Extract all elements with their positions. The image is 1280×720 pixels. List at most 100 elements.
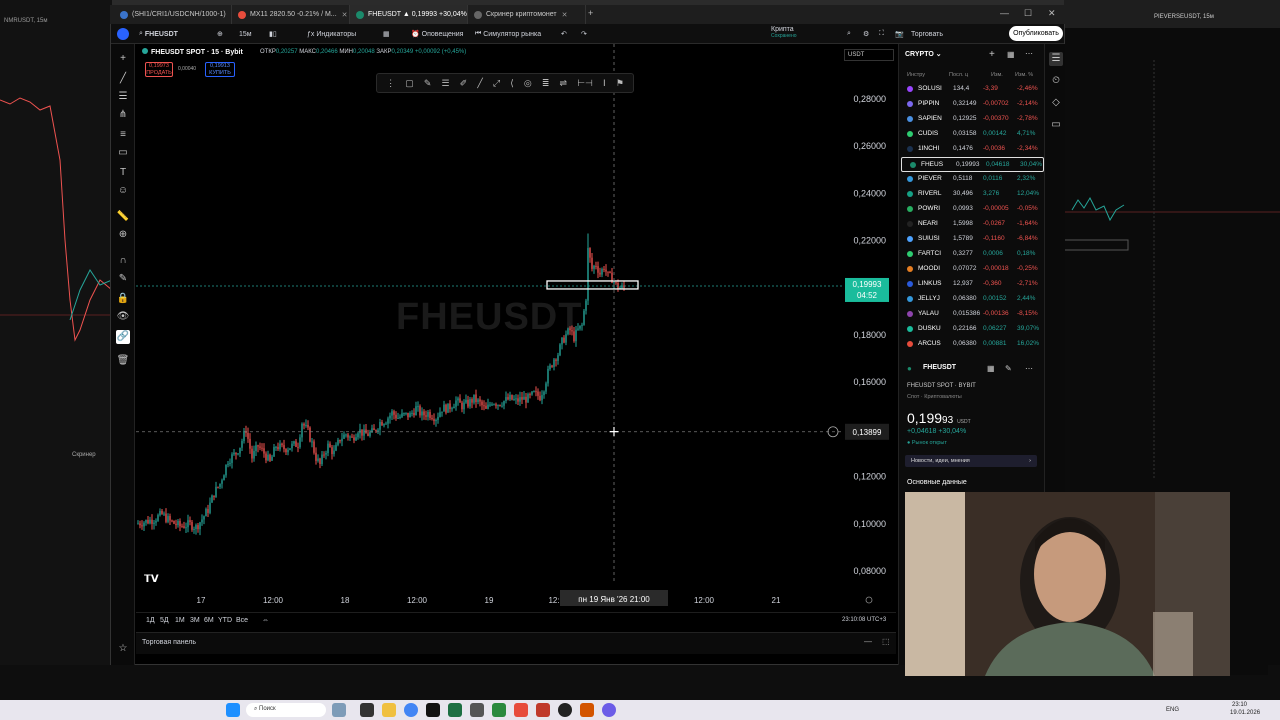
maximize-icon[interactable]: ☐ bbox=[1024, 8, 1032, 19]
news-button[interactable]: Новости, идеи, мнения › bbox=[905, 455, 1037, 467]
watchlist-row[interactable]: LINKUS 12,937 -0,360 -2,71% bbox=[899, 277, 1045, 292]
watchlist-row[interactable]: CUDIS 0,03158 0,00142 4,71% bbox=[899, 127, 1045, 142]
watchlist-row[interactable]: PIEVER 0,5118 0,0116 2,32% bbox=[899, 172, 1045, 187]
app-icon[interactable] bbox=[580, 703, 594, 717]
watchlist-row[interactable]: POWRI 0,0993 -0,00005 -0,05% bbox=[899, 202, 1045, 217]
buy-button[interactable]: 0,19913 КУПИТЬ bbox=[205, 62, 235, 77]
watchlist-row[interactable]: YALAU 0,015386 -0,00136 -8,15% bbox=[899, 307, 1045, 322]
horizontal-lines-icon[interactable]: ☰ bbox=[116, 90, 130, 104]
tf-6m[interactable]: 6М bbox=[204, 617, 214, 624]
watchlist-row[interactable]: SUIUSI 1,5789 -0,1160 -6,84% bbox=[899, 232, 1045, 247]
rectangle-icon[interactable]: ▭ bbox=[116, 146, 130, 160]
zoom-icon[interactable]: ⊕ bbox=[116, 228, 130, 242]
symbol-search-button[interactable]: ⌕ FHEUSDT bbox=[139, 27, 178, 41]
lines-icon[interactable]: ☰ bbox=[442, 78, 450, 89]
text-icon[interactable]: T bbox=[116, 166, 130, 180]
trade-button[interactable]: Торговать bbox=[911, 27, 943, 41]
watchlist-row[interactable]: MOODI 0,07072 -0,00018 -0,25% bbox=[899, 262, 1045, 277]
camera-icon[interactable]: 📷 bbox=[895, 27, 904, 41]
rectangle-icon[interactable]: ▢ bbox=[405, 78, 414, 89]
chart-type-icon[interactable]: ▮▯ bbox=[269, 27, 277, 41]
app-icon[interactable] bbox=[602, 703, 616, 717]
trash-icon[interactable]: 🗑 bbox=[116, 354, 130, 368]
excel-icon[interactable] bbox=[448, 703, 462, 717]
magnet-icon[interactable]: ∩ bbox=[116, 254, 130, 268]
line-icon[interactable]: ╱ bbox=[477, 78, 482, 89]
clock-time[interactable]: 23:10 bbox=[1232, 702, 1247, 708]
layout-name-button[interactable]: Крипта Сохранено bbox=[771, 26, 796, 40]
tf-1d[interactable]: 1Д bbox=[146, 617, 155, 624]
app-icon[interactable] bbox=[536, 703, 550, 717]
drag-handle-icon[interactable]: ⋮ bbox=[386, 78, 395, 89]
tab-fheusdt[interactable]: FHEUSDT ▲ 0,19993 +30,04%✕ bbox=[350, 5, 468, 24]
ruler-icon[interactable]: 📏 bbox=[116, 210, 130, 224]
tab-screener[interactable]: Скринер криптомонет ✕ bbox=[468, 5, 586, 24]
minimize-panel-icon[interactable]: — bbox=[864, 637, 872, 646]
trading-panel-bar[interactable]: Торговая панель — ⬚ bbox=[136, 632, 896, 654]
app-icon[interactable] bbox=[470, 703, 484, 717]
window-close-icon[interactable]: ✕ bbox=[1048, 8, 1056, 19]
price-chart[interactable]: FHEUSDT 0,28000 0,26000 0,24000 0,22000 0,18… bbox=[136, 44, 896, 612]
fib-icon[interactable]: ≡ bbox=[116, 128, 130, 142]
start-icon[interactable] bbox=[226, 703, 240, 717]
search-box[interactable]: ⌕ Поиск bbox=[246, 703, 326, 717]
link-icon[interactable]: 🔗 bbox=[116, 330, 130, 344]
explorer-icon[interactable] bbox=[382, 703, 396, 717]
indicators-button[interactable]: ƒx Индикаторы bbox=[307, 27, 356, 41]
watchlist-row[interactable]: 1INCHI 0,1476 -0,0036 -2,34% bbox=[899, 142, 1045, 157]
col-change[interactable]: Изм. bbox=[991, 72, 1003, 78]
undo-icon[interactable]: ↶ bbox=[561, 27, 567, 41]
watchlist-row[interactable]: DUSKU 0,22166 0,06227 39,07% bbox=[899, 322, 1045, 337]
watchlist-icon[interactable]: ☰ bbox=[1049, 52, 1063, 66]
flag-icon[interactable]: ⚑ bbox=[616, 78, 624, 89]
alerts-button[interactable]: ⏰ Оповещения bbox=[411, 27, 463, 41]
chat-icon[interactable]: ▭ bbox=[1049, 118, 1063, 132]
layers-icon[interactable]: ◇ bbox=[1049, 96, 1063, 110]
grid-icon[interactable]: ▦ bbox=[987, 364, 995, 373]
lock-icon[interactable]: 🔒 bbox=[116, 292, 130, 306]
trend-line-icon[interactable]: ╱ bbox=[116, 72, 130, 86]
watchlist-row[interactable]: PIPPIN 0,32149 -0,00702 -2,14% bbox=[899, 97, 1045, 112]
tf-5d[interactable]: 5Д bbox=[160, 617, 169, 624]
watchlist-row[interactable]: JELLYJ 0,06380 0,00152 2,44% bbox=[899, 292, 1045, 307]
tf-3m[interactable]: 3М bbox=[190, 617, 200, 624]
language-indicator[interactable]: ENG bbox=[1166, 707, 1179, 713]
publish-button[interactable]: Опубликовать bbox=[1009, 26, 1063, 41]
parallel-icon[interactable]: ⇌ bbox=[560, 78, 568, 89]
close-icon[interactable]: ✕ bbox=[562, 11, 568, 19]
watchlist-row[interactable]: FARTCI 0,3277 0,0006 0,18% bbox=[899, 247, 1045, 262]
search-icon[interactable]: ⌕ bbox=[847, 27, 851, 41]
maximize-panel-icon[interactable]: ⬚ bbox=[882, 637, 890, 646]
compare-add-icon[interactable]: ⊕ bbox=[217, 27, 223, 41]
close-icon[interactable]: ✕ bbox=[342, 11, 348, 19]
tf-ytd[interactable]: YTD bbox=[218, 617, 232, 624]
watchlist-row[interactable]: ARCUS 0,06380 0,00881 16,02% bbox=[899, 337, 1045, 352]
app-icon[interactable] bbox=[514, 703, 528, 717]
add-symbol-icon[interactable]: + bbox=[989, 49, 995, 60]
pencil-lock-icon[interactable]: ✎ bbox=[116, 272, 130, 286]
currency-select[interactable]: USDT bbox=[844, 49, 894, 61]
watchlist-row[interactable]: RIVERL 30,496 3,276 12,04% bbox=[899, 187, 1045, 202]
widgets-icon[interactable] bbox=[332, 703, 346, 717]
watchlist-row[interactable]: NEARI 1,5998 -0,0267 -1,64% bbox=[899, 217, 1045, 232]
minimize-icon[interactable]: — bbox=[1000, 8, 1009, 18]
pitchfork-icon[interactable]: ⋔ bbox=[116, 108, 130, 122]
watchlist-row[interactable]: FHEUS 0,19993 0,04618 30,04% bbox=[901, 157, 1044, 172]
watchlist-title[interactable]: CRYPTO ⌄ bbox=[905, 50, 942, 58]
tab-usdcnh[interactable]: (SHI1/CRI1/USDCNH/1000-1)✕ bbox=[114, 5, 232, 24]
chart-canvas[interactable]: 0,28000 0,26000 0,24000 0,22000 0,18000 0,160… bbox=[136, 44, 896, 612]
tradingview-icon[interactable] bbox=[426, 703, 440, 717]
tf-all[interactable]: Все bbox=[236, 617, 248, 624]
path-icon[interactable]: ⟨ bbox=[510, 78, 514, 89]
templates-icon[interactable]: ▦ bbox=[383, 27, 390, 41]
taskview-icon[interactable] bbox=[360, 703, 374, 717]
watchlist-row[interactable]: SAPIEN 0,12925 -0,00370 -2,78% bbox=[899, 112, 1045, 127]
avatar[interactable] bbox=[117, 27, 129, 41]
text-icon[interactable]: Ⅰ bbox=[603, 78, 606, 89]
eye-icon[interactable]: 👁 bbox=[116, 310, 130, 324]
chrome-icon[interactable] bbox=[404, 703, 418, 717]
fib-icon[interactable]: ≣ bbox=[542, 78, 550, 89]
fullscreen-icon[interactable]: ⛶ bbox=[879, 27, 884, 41]
tf-1m[interactable]: 1М bbox=[175, 617, 185, 624]
edit-icon[interactable]: ✎ bbox=[1005, 364, 1012, 373]
